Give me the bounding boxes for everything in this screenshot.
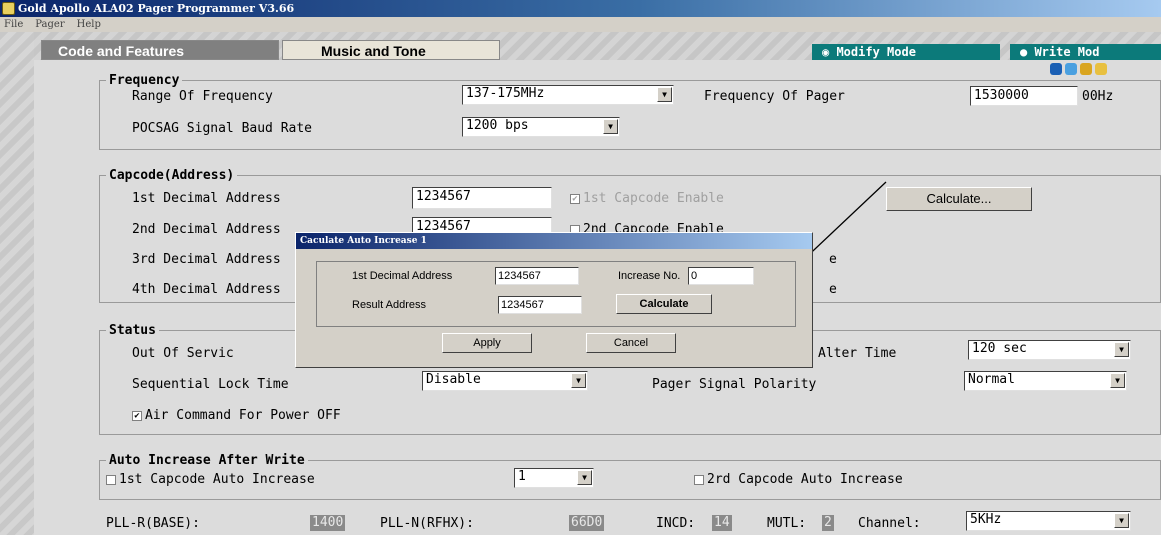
checkbox-icon[interactable]: ✔ [570,193,580,204]
channel-value: 5KHz [970,512,1002,527]
chevron-down-icon[interactable]: ▼ [571,373,586,388]
dialog-apply-button[interactable]: Apply [442,333,532,353]
out-of-service-label: Out Of Servic [132,346,234,361]
menu-pager[interactable]: Pager [35,19,64,30]
modify-mode-radio[interactable]: ◉ Modify Mode [812,44,1000,60]
write-mode-label: Write Mod [1034,45,1100,59]
globe-icon[interactable] [1065,63,1077,75]
pll-n-value: 66D0 [569,515,605,531]
pll-r-label: PLL-R(BASE): [106,516,200,531]
write-mode-radio[interactable]: ● Write Mod [1010,44,1161,60]
app-icon [2,2,15,15]
title-bar: Gold Apollo ALA02 Pager Programmer V3.66 [0,0,1161,17]
dialog-calculate-button[interactable]: Calculate [616,294,712,314]
alter-time-value: 120 sec [972,341,1027,356]
frequency-unit-label: 00Hz [1082,89,1114,104]
alter-time-select[interactable]: 120 sec ▼ [968,340,1131,360]
frequency-of-pager-label: Frequency Of Pager [704,89,845,104]
mutl-label: MUTL: [767,516,807,531]
auto-increase-1-label: 1st Capcode Auto Increase [119,472,315,487]
toolbar-icons [1050,62,1161,76]
frequency-title: Frequency [106,73,183,88]
calculate-ellipsis-button[interactable]: Calculate... [886,187,1032,211]
auto-increase-1-select[interactable]: 1 ▼ [514,468,594,488]
chevron-down-icon[interactable]: ▼ [1110,373,1125,388]
status-title: Status [106,323,159,338]
incd-label: INCD: [656,516,696,531]
polarity-value: Normal [968,372,1015,387]
menu-file[interactable]: File [4,19,23,30]
capcode-1-enable-label: 1st Capcode Enable [583,191,724,206]
left-decoration [0,32,34,535]
gear-icon[interactable] [1050,63,1062,75]
checkbox-icon[interactable] [106,474,116,485]
sequential-lock-label: Sequential Lock Time [132,377,289,392]
channel-label: Channel: [858,516,921,531]
range-of-frequency-value: 137-175MHz [466,86,545,101]
tab-music-and-tone[interactable]: Music and Tone [282,40,500,60]
capcode-1-label: 1st Decimal Address [132,191,281,206]
hand-icon[interactable] [1095,63,1107,75]
air-command-label: Air Command For Power OFF [145,408,341,423]
window-title: Gold Apollo ALA02 Pager Programmer V3.66 [18,2,295,15]
radio-icon: ◉ [822,45,837,59]
sequential-lock-select[interactable]: Disable ▼ [422,371,588,391]
auto-increase-2-checkbox[interactable]: 2rd Capcode Auto Increase [694,472,903,487]
polarity-label: Pager Signal Polarity [652,377,817,392]
checkbox-icon[interactable]: ✔ [132,410,142,421]
checkbox-icon[interactable] [694,474,704,485]
capcode-2-label: 2nd Decimal Address [132,222,281,237]
air-command-checkbox[interactable]: ✔ Air Command For Power OFF [132,408,341,423]
dialog-result-input[interactable]: 1234567 [498,296,582,314]
modify-mode-label: Modify Mode [836,45,916,59]
capcode-1-enable-checkbox[interactable]: ✔ 1st Capcode Enable [570,191,724,206]
dialog-increase-label: Increase No. [618,270,681,282]
menu-bar: File Pager Help [0,17,1161,32]
incd-value: 14 [712,515,732,531]
range-of-frequency-select[interactable]: 137-175MHz ▼ [462,85,674,105]
chevron-down-icon[interactable]: ▼ [1114,342,1129,357]
dialog-first-address-label: 1st Decimal Address [352,270,453,282]
capcode-3-label: 3rd Decimal Address [132,252,281,267]
auto-increase-1-value: 1 [518,469,526,484]
chevron-down-icon[interactable]: ▼ [577,470,592,485]
dialog-increase-input[interactable]: 0 [688,267,754,285]
baud-rate-select[interactable]: 1200 bps ▼ [462,117,620,137]
range-of-frequency-label: Range Of Frequency [132,89,273,104]
mutl-value: 2 [822,515,834,531]
baud-rate-label: POCSAG Signal Baud Rate [132,121,313,136]
auto-increase-2-label: 2rd Capcode Auto Increase [707,472,903,487]
menu-help[interactable]: Help [77,19,101,30]
dialog-cancel-button[interactable]: Cancel [586,333,676,353]
chevron-down-icon[interactable]: ▼ [603,119,618,134]
auto-increase-1-checkbox[interactable]: 1st Capcode Auto Increase [106,472,315,487]
calculate-auto-increase-dialog: Caculate Auto Increase 1 1st Decimal Add… [295,232,813,368]
dialog-first-address-input[interactable]: 1234567 [495,267,579,285]
channel-select[interactable]: 5KHz ▼ [966,511,1131,531]
baud-rate-value: 1200 bps [466,118,529,133]
sequential-lock-value: Disable [426,372,481,387]
chevron-down-icon[interactable]: ▼ [657,87,672,102]
capcode-4-label: 4th Decimal Address [132,282,281,297]
polarity-select[interactable]: Normal ▼ [964,371,1127,391]
auto-increase-title: Auto Increase After Write [106,453,308,468]
capcode-1-input[interactable]: 1234567 [412,187,552,209]
capcode-title: Capcode(Address) [106,168,238,183]
tools-icon[interactable] [1080,63,1092,75]
dialog-result-label: Result Address [352,299,426,311]
alter-time-label: Alter Time [818,346,897,361]
pll-n-label: PLL-N(RFHX): [380,516,474,531]
tab-code-and-features[interactable]: Code and Features [41,40,279,60]
radio-icon: ● [1020,45,1035,59]
pll-r-value: 1400 [310,515,346,531]
chevron-down-icon[interactable]: ▼ [1114,513,1129,528]
dialog-title: Caculate Auto Increase 1 [296,233,812,249]
frequency-of-pager-input[interactable]: 1530000 [970,86,1078,106]
